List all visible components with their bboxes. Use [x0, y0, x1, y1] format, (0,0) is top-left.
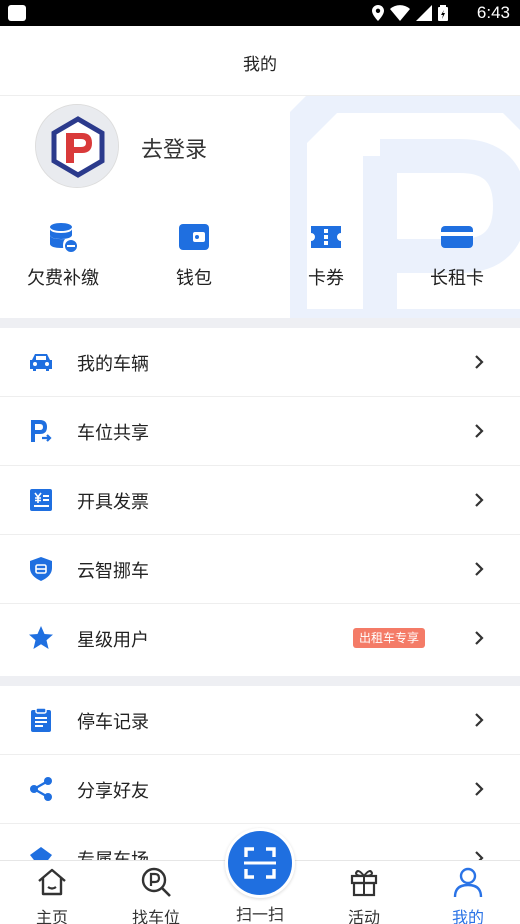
- menu-item-label: 星级用户: [77, 630, 149, 651]
- home-icon: [38, 868, 66, 896]
- tab-label: 找车位: [131, 908, 180, 924]
- quick-action-label: 长租卡: [430, 268, 484, 289]
- quick-action-long-rent-card[interactable]: 长租卡: [412, 220, 502, 290]
- parking-logo-icon: [36, 105, 118, 187]
- scan-button[interactable]: [225, 828, 295, 898]
- chevron-right-icon: [475, 713, 484, 727]
- tab-activities[interactable]: 活动: [324, 865, 404, 924]
- share-icon: [30, 777, 52, 801]
- avatar[interactable]: [35, 104, 119, 188]
- tab-label: 主页: [35, 908, 68, 924]
- section-separator: [0, 676, 520, 686]
- chevron-right-icon: [475, 631, 484, 645]
- car-icon: [30, 354, 52, 371]
- menu-item-label: 开具发票: [77, 492, 149, 513]
- menu-item-parking-records[interactable]: 停车记录: [0, 686, 520, 755]
- menu-item-invoice[interactable]: 开具发票: [0, 466, 520, 535]
- battery-icon: [438, 5, 448, 21]
- menu-item-label: 分享好友: [77, 781, 149, 802]
- search-parking-icon: [141, 867, 171, 897]
- invoice-icon: [30, 489, 52, 511]
- login-link[interactable]: 去登录: [141, 132, 207, 164]
- database-icon: [50, 223, 79, 254]
- profile-section: 去登录 欠费补缴 钱包 卡券 长租卡: [0, 96, 520, 318]
- menu-item-my-vehicles[interactable]: 我的车辆: [0, 328, 520, 397]
- quick-action-arrears[interactable]: 欠费补缴: [18, 220, 108, 290]
- wifi-icon: [390, 5, 410, 21]
- card-icon: [441, 226, 473, 248]
- page-title: 我的: [243, 55, 277, 75]
- menu-item-star-user[interactable]: 星级用户 出租车专享: [0, 604, 520, 673]
- menu-item-label: 停车记录: [77, 712, 149, 733]
- tab-label: 我的: [451, 908, 484, 924]
- menu-item-label: 车位共享: [77, 423, 149, 444]
- star-icon: [29, 626, 53, 649]
- clipboard-icon: [31, 707, 51, 732]
- parking-share-icon: [31, 420, 52, 442]
- ticket-icon: [311, 226, 341, 248]
- quick-action-label: 钱包: [176, 268, 212, 289]
- shield-icon: [30, 557, 52, 581]
- user-icon: [453, 867, 483, 898]
- quick-action-label: 卡券: [308, 268, 344, 289]
- scan-icon: [244, 847, 276, 879]
- title-bar: 我的: [0, 26, 520, 96]
- menu-item-label: 云智挪车: [77, 561, 149, 582]
- chevron-right-icon: [475, 782, 484, 796]
- quick-action-wallet[interactable]: 钱包: [149, 220, 239, 290]
- quick-action-coupons[interactable]: 卡券: [281, 220, 371, 290]
- status-time: 6:43: [476, 3, 510, 22]
- status-icons: [372, 5, 448, 21]
- menu-item-move-car[interactable]: 云智挪车: [0, 535, 520, 604]
- chevron-right-icon: [475, 424, 484, 438]
- tab-label: 活动: [347, 908, 380, 924]
- menu-item-share-friends[interactable]: 分享好友: [0, 755, 520, 824]
- taxi-exclusive-badge: 出租车专享: [352, 628, 425, 648]
- location-icon: [372, 5, 384, 21]
- tab-find-parking[interactable]: 找车位: [116, 865, 196, 924]
- status-bar: 6:43: [0, 0, 520, 26]
- menu-item-label: 我的车辆: [77, 354, 149, 375]
- scan-label[interactable]: 扫一扫: [220, 901, 300, 924]
- chevron-right-icon: [475, 355, 484, 369]
- chevron-right-icon: [475, 562, 484, 576]
- chevron-right-icon: [475, 493, 484, 507]
- gift-icon: [350, 870, 378, 897]
- tab-mine[interactable]: 我的: [428, 865, 508, 924]
- tab-home[interactable]: 主页: [12, 865, 92, 924]
- section-separator: [0, 318, 520, 328]
- signal-icon: [416, 5, 432, 21]
- wallet-icon: [179, 224, 209, 250]
- notification-icon: [8, 5, 26, 21]
- quick-action-label: 欠费补缴: [27, 268, 99, 289]
- menu-item-parking-share[interactable]: 车位共享: [0, 397, 520, 466]
